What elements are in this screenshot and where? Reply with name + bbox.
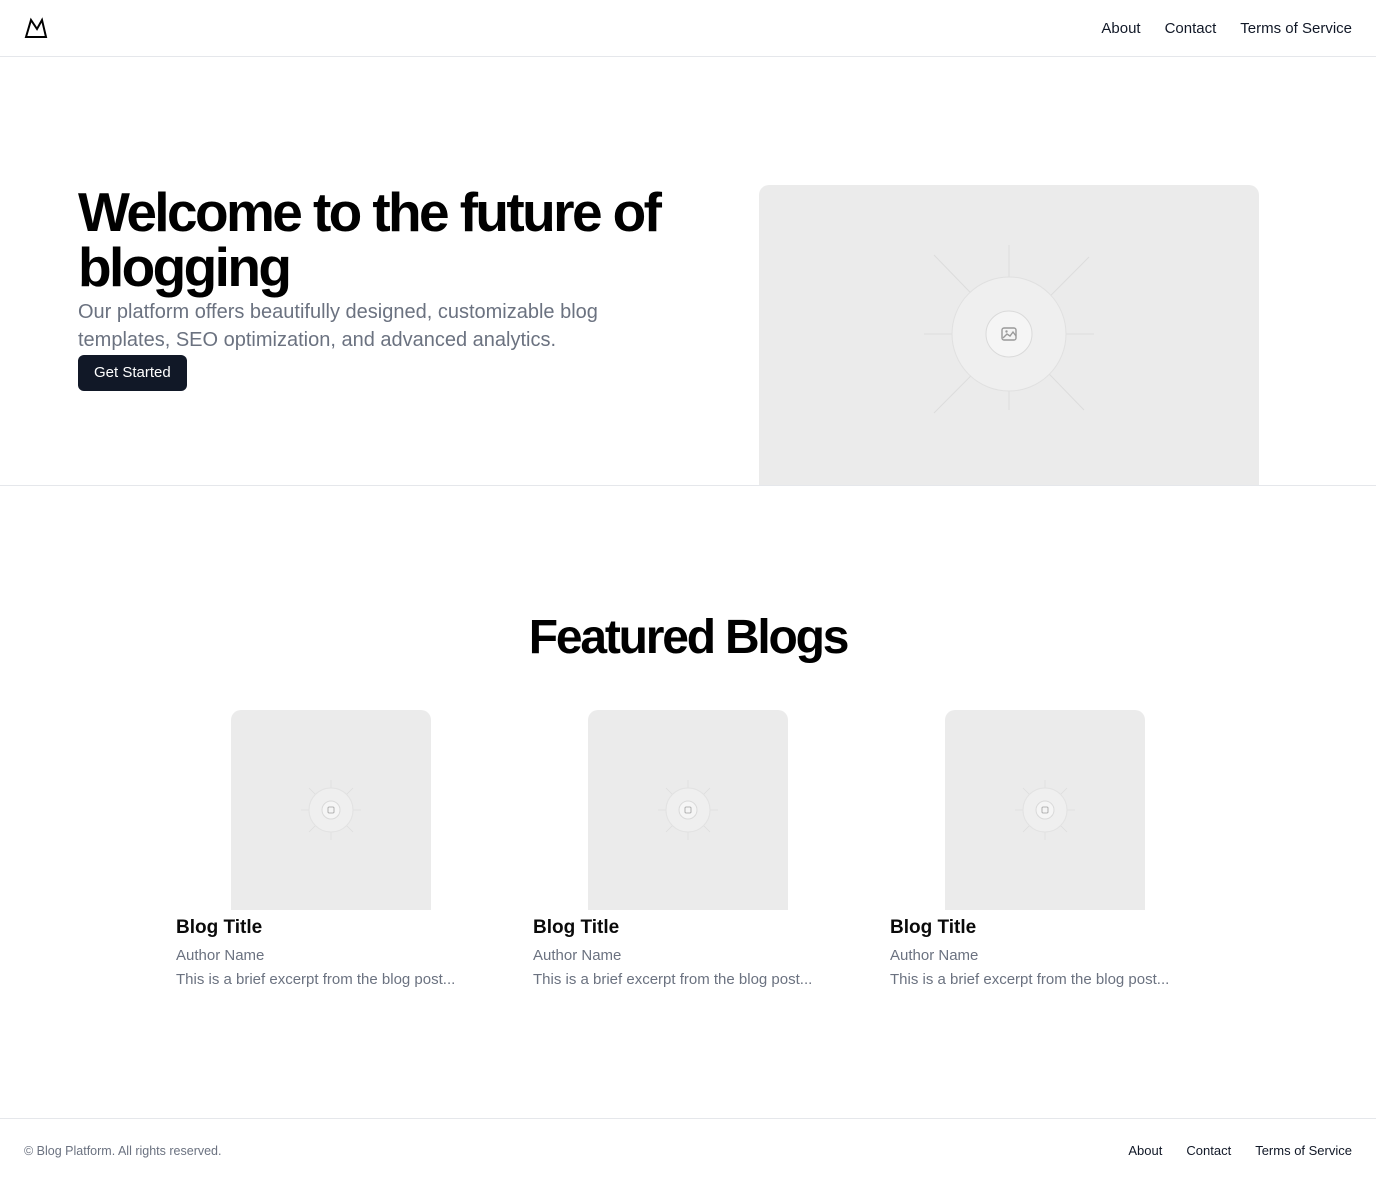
blog-card-excerpt: This is a brief excerpt from the blog po… xyxy=(176,971,456,988)
blog-card-image[interactable] xyxy=(945,710,1145,910)
blog-card-title[interactable]: Blog Title xyxy=(890,916,976,940)
site-header: About Contact Terms of Service xyxy=(0,0,1376,57)
mountain-logo-icon[interactable] xyxy=(24,16,48,40)
blog-card: Blog Title Author Name This is a brief e… xyxy=(533,710,833,1000)
top-nav: About Contact Terms of Service xyxy=(1101,0,1352,56)
footer-link-about[interactable]: About xyxy=(1128,1142,1162,1160)
blog-card-excerpt: This is a brief excerpt from the blog po… xyxy=(533,971,813,988)
nav-link-about[interactable]: About xyxy=(1101,20,1140,37)
footer-nav: About Contact Terms of Service xyxy=(1128,1142,1352,1160)
nav-link-contact[interactable]: Contact xyxy=(1165,20,1217,37)
image-placeholder-icon xyxy=(924,245,1094,414)
blog-card-author: Author Name xyxy=(533,947,622,964)
hero-subtitle: Our platform offers beautifully designed… xyxy=(78,301,598,351)
image-placeholder-icon xyxy=(301,780,361,840)
footer-copyright: © Blog Platform. All rights reserved. xyxy=(24,1144,222,1158)
blog-card: Blog Title Author Name This is a brief e… xyxy=(176,710,476,1000)
blog-card: Blog Title Author Name This is a brief e… xyxy=(890,710,1190,1000)
hero-text: Welcome to the future of blogging Our pl… xyxy=(78,185,698,391)
image-placeholder-icon xyxy=(658,780,718,840)
blog-card-image[interactable] xyxy=(231,710,431,910)
blog-card-title[interactable]: Blog Title xyxy=(533,916,619,940)
blog-card-title[interactable]: Blog Title xyxy=(176,916,262,940)
blog-card-excerpt: This is a brief excerpt from the blog po… xyxy=(890,971,1170,988)
hero-section: Welcome to the future of blogging Our pl… xyxy=(0,57,1376,486)
hero-image-placeholder xyxy=(759,185,1259,485)
blog-card-image[interactable] xyxy=(588,710,788,910)
hero-title: Welcome to the future of blogging xyxy=(78,181,662,298)
blog-card-author: Author Name xyxy=(890,947,979,964)
footer-link-contact[interactable]: Contact xyxy=(1186,1142,1231,1160)
site-footer: © Blog Platform. All rights reserved. Ab… xyxy=(0,1118,1376,1183)
nav-link-terms[interactable]: Terms of Service xyxy=(1240,20,1352,37)
image-placeholder-icon xyxy=(1015,780,1075,840)
footer-link-terms[interactable]: Terms of Service xyxy=(1255,1142,1352,1160)
blog-card-author: Author Name xyxy=(176,947,265,964)
featured-blogs-title: Featured Blogs xyxy=(528,611,850,664)
get-started-button[interactable]: Get Started xyxy=(78,355,187,391)
